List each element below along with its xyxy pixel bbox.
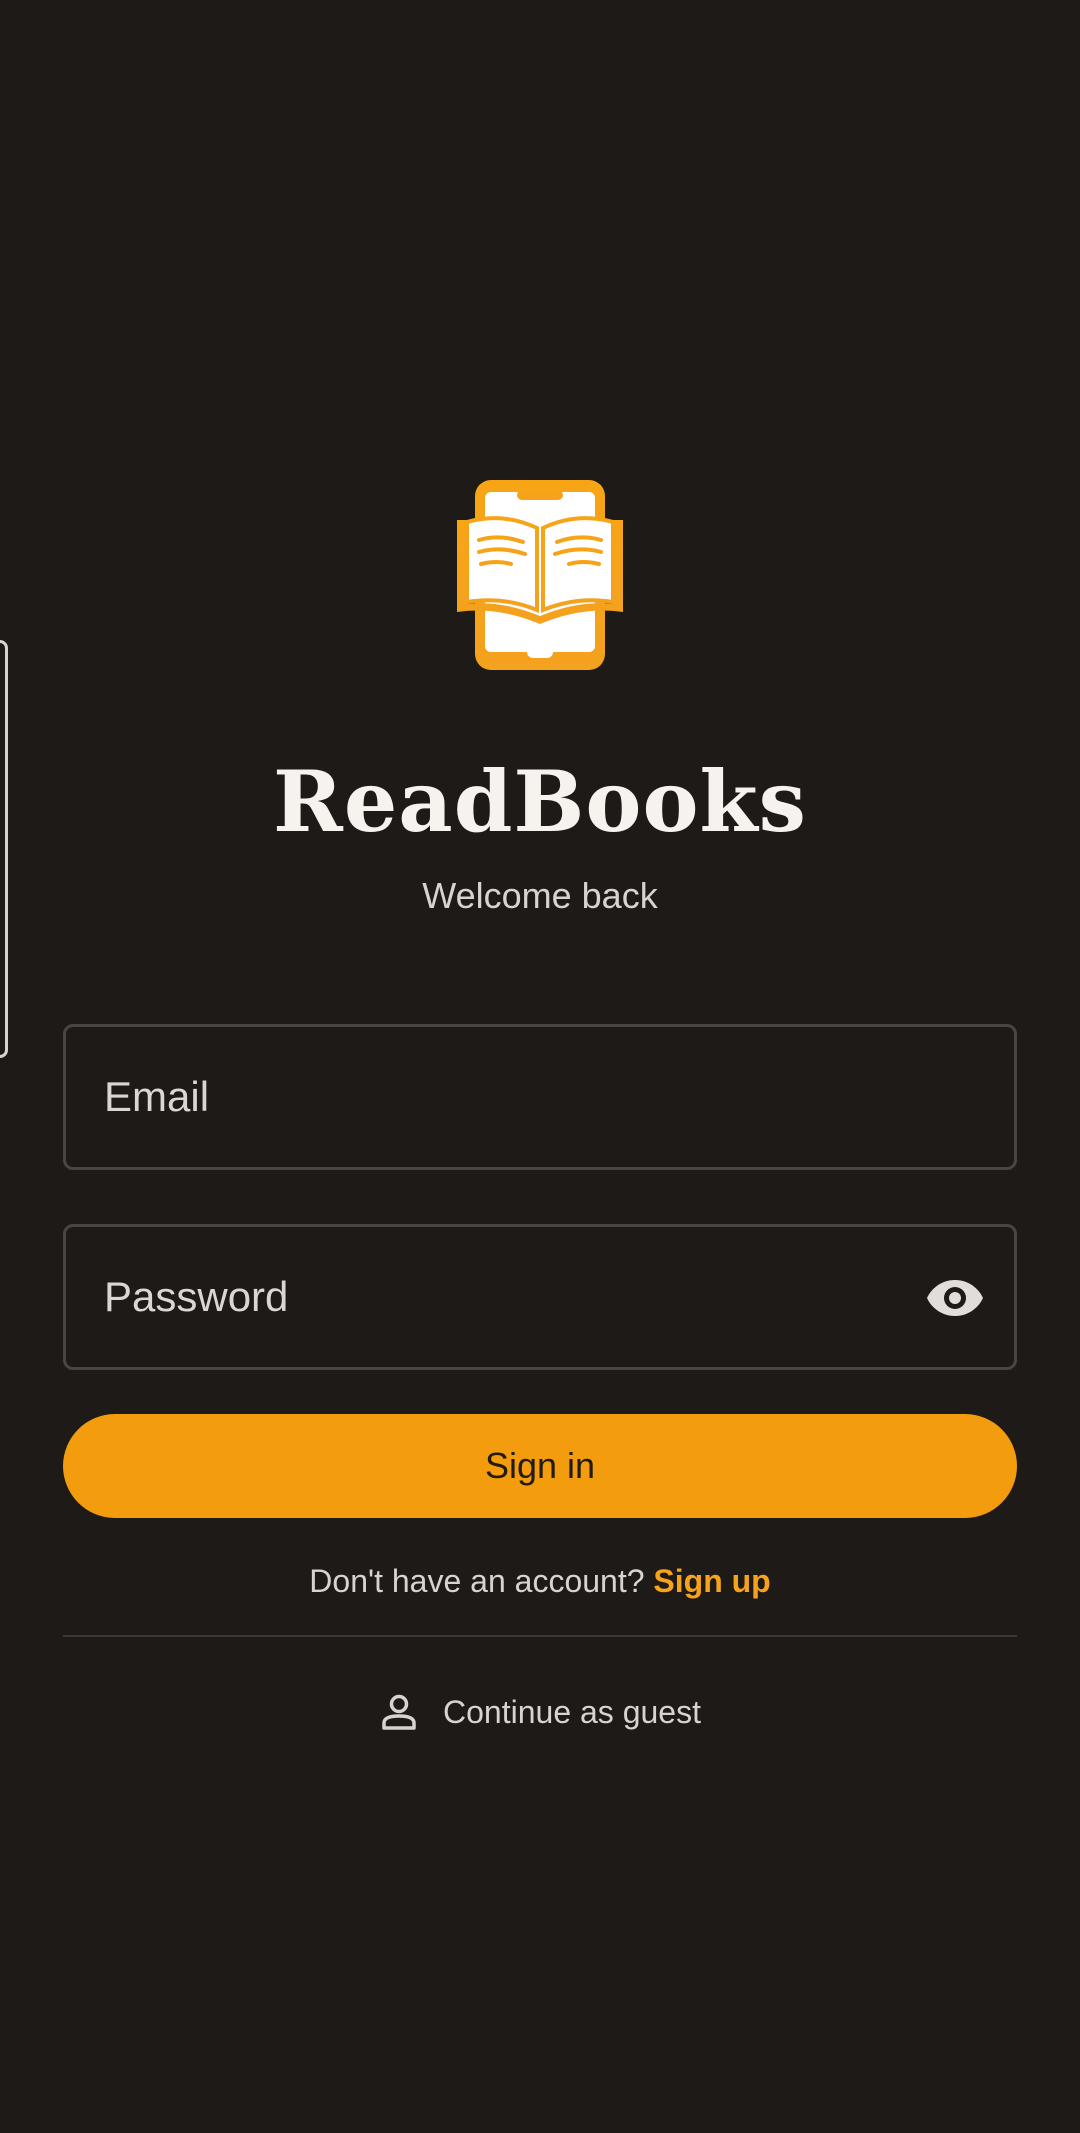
password-field[interactable] — [63, 1224, 1017, 1370]
email-field[interactable] — [63, 1024, 1017, 1170]
book-phone-icon — [453, 478, 627, 674]
guest-label: Continue as guest — [443, 1694, 701, 1730]
sign-up-link[interactable]: Sign up — [653, 1563, 770, 1599]
signup-row: Don't have an account? Sign up — [0, 1560, 1080, 1602]
password-visibility-toggle[interactable] — [924, 1267, 986, 1329]
app-title: ReadBooks — [273, 752, 807, 851]
person-icon — [382, 1694, 416, 1730]
continue-as-guest-button[interactable]: Continue as guest — [0, 1690, 1080, 1734]
sign-in-button[interactable]: Sign in — [63, 1414, 1017, 1518]
welcome-subtitle: Welcome back — [422, 875, 658, 916]
eye-icon — [927, 1280, 983, 1316]
email-input[interactable] — [104, 1027, 904, 1167]
password-input[interactable] — [104, 1227, 904, 1367]
signup-prompt: Don't have an account? — [309, 1563, 645, 1599]
app-logo — [453, 478, 627, 674]
divider — [63, 1635, 1017, 1637]
